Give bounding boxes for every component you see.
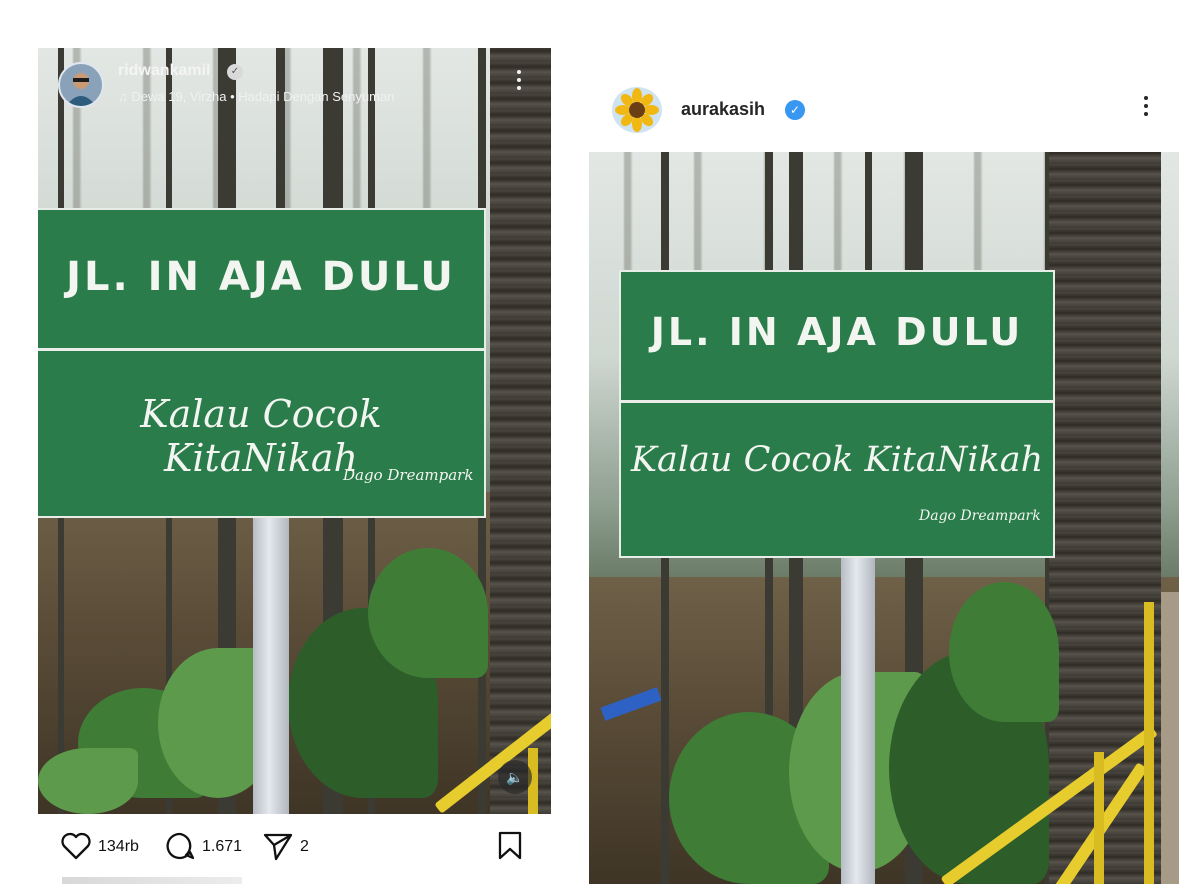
more-options-icon[interactable]: [517, 70, 521, 94]
heart-icon: [61, 832, 91, 860]
username[interactable]: ridwankamil: [118, 62, 210, 80]
yellow-railing-post: [1144, 602, 1154, 884]
avatar[interactable]: [58, 62, 104, 108]
yellow-railing-post: [1094, 752, 1104, 884]
sign-pole: [841, 552, 875, 884]
wooden-walkway: [1161, 592, 1179, 884]
right-post-photo[interactable]: JL. IN AJA DULU Kalau Cocok KitaNikah Da…: [589, 152, 1179, 884]
sign-pole: [253, 514, 289, 814]
sign-line1: JL. IN AJA DULU: [650, 310, 1024, 354]
bookmark-icon: [498, 831, 522, 860]
sign-divider: [621, 400, 1053, 403]
plant: [38, 748, 138, 814]
sign-divider: [38, 348, 484, 351]
caption-line-faded: [62, 877, 242, 884]
username[interactable]: aurakasih: [681, 99, 765, 120]
street-sign: JL. IN AJA DULU Kalau Cocok KitaNikah Da…: [38, 208, 486, 518]
comment-button[interactable]: 1.671: [164, 831, 254, 861]
sign-credit: Dago Dreampark: [343, 466, 474, 484]
left-post-photo[interactable]: JL. IN AJA DULU Kalau Cocok KitaNikah Da…: [38, 48, 551, 814]
music-info[interactable]: ♫ Dewa 19, Virzha • Hadapi Dengan Senyum…: [118, 89, 394, 104]
music-note-icon: ♫: [118, 89, 128, 104]
more-options-icon[interactable]: [1144, 96, 1148, 120]
sign-line1: JL. IN AJA DULU: [66, 254, 456, 300]
plant: [949, 582, 1059, 722]
speaker-icon[interactable]: 🔈: [498, 760, 532, 794]
comment-icon: [166, 832, 195, 860]
avatar-portrait-icon: [66, 73, 96, 106]
music-text: Dewa 19, Virzha • Hadapi Dengan Senyuman: [131, 89, 395, 104]
likes-count: 134rb: [98, 838, 139, 855]
like-button[interactable]: 134rb: [60, 831, 150, 861]
shares-count: 2: [300, 838, 309, 855]
plant: [368, 548, 488, 678]
share-button[interactable]: 2: [262, 831, 322, 861]
avatar[interactable]: [612, 87, 662, 133]
sign-line2: Kalau Cocok KitaNikah: [630, 440, 1044, 480]
comments-count: 1.671: [202, 838, 243, 855]
sunflower-icon: [615, 88, 659, 132]
large-tree-trunk: [490, 48, 551, 814]
save-button[interactable]: [496, 830, 524, 862]
sign-credit: Dago Dreampark: [919, 508, 1041, 524]
send-icon: [263, 833, 293, 861]
verified-badge-icon: ✓: [227, 64, 243, 80]
street-sign: JL. IN AJA DULU Kalau Cocok KitaNikah Da…: [619, 270, 1055, 558]
verified-badge-icon: ✓: [785, 100, 805, 120]
